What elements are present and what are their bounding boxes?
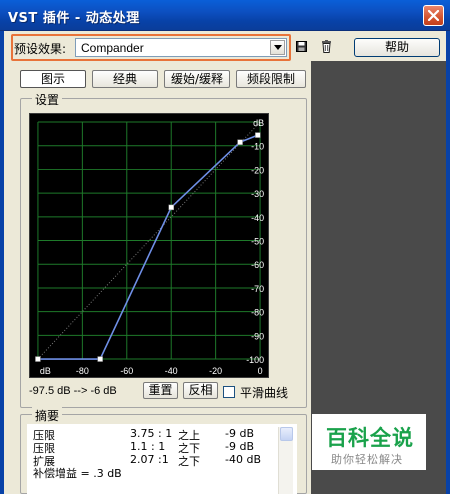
- range-readout: -97.5 dB --> -6 dB: [29, 385, 117, 397]
- summary-threshold: -40 dB: [225, 453, 261, 466]
- y-tick-label: -90: [251, 331, 264, 341]
- y-tick-label: dB: [253, 118, 264, 128]
- summary-group-title: 摘要: [32, 407, 63, 424]
- scroll-up-button[interactable]: [280, 427, 293, 441]
- preset-dropdown[interactable]: Compander: [75, 38, 287, 57]
- y-tick-label: -100: [246, 355, 264, 365]
- summary-ratio: 1.1 : 1: [130, 440, 166, 453]
- x-tick-label: -20: [209, 366, 222, 376]
- smooth-curve-checkbox[interactable]: [223, 386, 235, 398]
- settings-group-title: 设置: [32, 91, 63, 108]
- y-tick-label: -20: [251, 165, 264, 175]
- window-title: VST 插件 - 动态处理: [8, 11, 140, 26]
- watermark-logo: 百科全说 助你轻松解决: [312, 414, 426, 470]
- tab-classic[interactable]: 经典: [92, 70, 158, 88]
- help-button[interactable]: 帮助: [354, 38, 440, 57]
- preset-dropdown-value: Compander: [81, 41, 144, 55]
- y-tick-label: -30: [251, 189, 264, 199]
- curve-handle[interactable]: [237, 139, 243, 145]
- summary-ratio: 2.07 :1: [130, 453, 169, 466]
- summary-threshold: -9 dB: [225, 440, 254, 453]
- watermark-title: 百科全说: [326, 426, 414, 450]
- watermark-subtitle: 助你轻松解决: [331, 453, 403, 466]
- invert-button[interactable]: 反相: [183, 382, 218, 399]
- x-tick-label: dB: [40, 366, 51, 376]
- y-tick-label: -70: [251, 284, 264, 294]
- close-button[interactable]: [423, 5, 444, 26]
- summary-position: 之下: [178, 455, 200, 468]
- smooth-curve-label: 平滑曲线: [240, 386, 289, 400]
- transfer-curve: [37, 134, 259, 360]
- window-frame-right: [446, 31, 450, 494]
- save-icon[interactable]: [296, 41, 307, 52]
- y-tick-label: -50: [251, 237, 264, 247]
- dropdown-arrow-button[interactable]: [270, 40, 285, 55]
- y-tick-label: -10: [251, 142, 264, 152]
- x-tick-label: -60: [120, 366, 133, 376]
- y-tick-label: -40: [251, 213, 264, 223]
- y-tick-label: -60: [251, 260, 264, 270]
- trash-can-icon[interactable]: [321, 40, 332, 53]
- makeup-gain-text: 补偿增益 = .3 dB: [33, 467, 122, 480]
- curve-handle[interactable]: [35, 356, 41, 362]
- summary-threshold: -9 dB: [225, 427, 254, 440]
- x-tick-label: -80: [76, 366, 89, 376]
- preset-toolbar: 预设效果: Compander 帮助: [4, 31, 446, 61]
- tab-attack-release[interactable]: 缓始/缓释: [164, 70, 230, 88]
- summary-scrollbar[interactable]: [278, 427, 293, 494]
- reset-button[interactable]: 重置: [143, 382, 178, 399]
- title-bar[interactable]: VST 插件 - 动态处理: [0, 0, 450, 31]
- preset-label: 预设效果:: [14, 42, 67, 56]
- curve-handle[interactable]: [255, 132, 261, 138]
- x-tick-label: 0: [258, 366, 263, 376]
- dynamics-graph[interactable]: dB -10 -20 -30 -40 -50 -60 -70 -80 -90 -100 dB -80 -6…: [29, 113, 269, 378]
- chevron-down-icon: [274, 45, 282, 50]
- summary-ratio: 3.75 : 1: [130, 427, 173, 440]
- tab-band-limit[interactable]: 频段限制: [236, 70, 306, 88]
- curve-handle[interactable]: [97, 356, 103, 362]
- tab-graph[interactable]: 图示: [20, 70, 86, 88]
- x-tick-label: -40: [165, 366, 178, 376]
- close-x-icon: [428, 10, 439, 21]
- y-tick-label: -80: [251, 308, 264, 318]
- curve-handle[interactable]: [168, 204, 174, 211]
